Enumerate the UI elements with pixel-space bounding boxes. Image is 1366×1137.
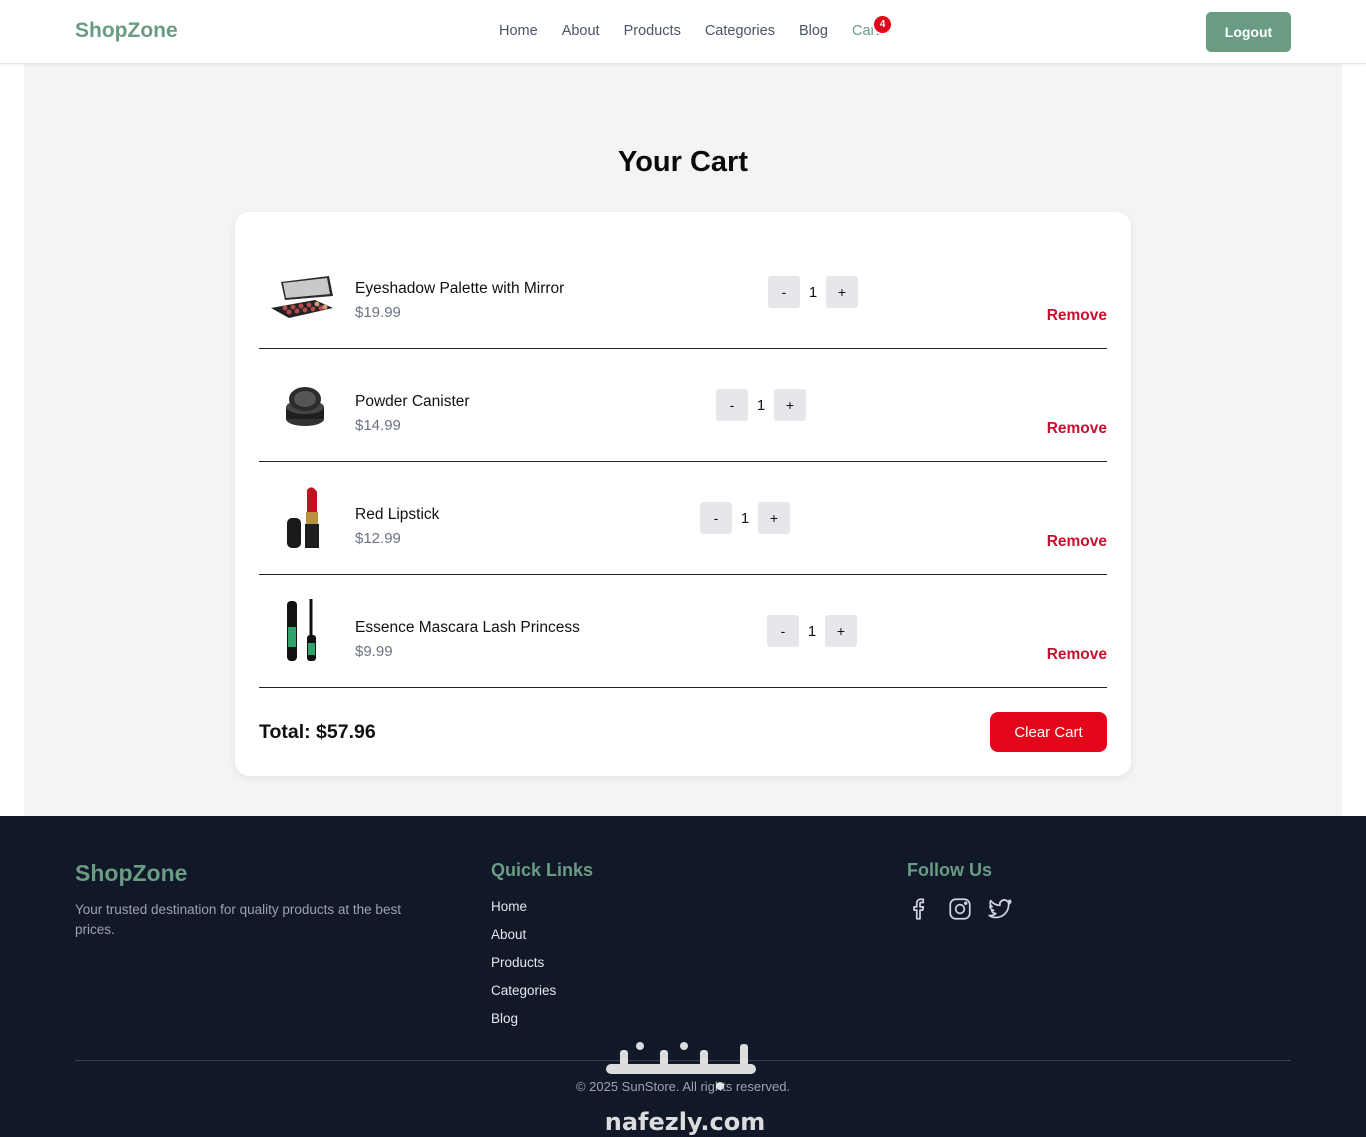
- footer-link-products[interactable]: Products: [491, 954, 556, 982]
- mascara-image: [287, 599, 316, 661]
- eyeshadow-palette-image: [271, 276, 333, 318]
- brand-logo[interactable]: ShopZone: [75, 19, 178, 43]
- increase-qty-button[interactable]: +: [826, 276, 858, 308]
- cart-item: Essence Mascara Lash Princess $9.99 - 1 …: [259, 575, 1107, 688]
- cart-total: Total: $57.96: [259, 721, 376, 743]
- footer-link-categories[interactable]: Categories: [491, 982, 556, 1010]
- footer-tagline: Your trusted destination for quality pro…: [75, 902, 401, 937]
- powder-canister-image: [286, 387, 324, 426]
- nav-blog[interactable]: Blog: [799, 23, 828, 39]
- increase-qty-button[interactable]: +: [825, 615, 857, 647]
- footer-link-home[interactable]: Home: [491, 898, 556, 926]
- cart-item: Red Lipstick $12.99 - 1 + Remove: [259, 462, 1107, 575]
- quantity-value: 1: [756, 396, 766, 414]
- item-name: Essence Mascara Lash Princess: [355, 619, 580, 636]
- decrease-qty-button[interactable]: -: [768, 276, 800, 308]
- cart-item: Eyeshadow Palette with Mirror $19.99 - 1…: [259, 236, 1107, 349]
- nav-cart[interactable]: Cart 4: [852, 14, 893, 39]
- decrease-qty-button[interactable]: -: [716, 389, 748, 421]
- item-name: Powder Canister: [355, 393, 470, 410]
- quantity-stepper: - 1 +: [767, 615, 857, 647]
- page-title: Your Cart: [618, 146, 748, 178]
- item-name: Red Lipstick: [355, 506, 440, 523]
- cart-count-badge: 4: [871, 14, 893, 35]
- social-links: [907, 896, 1013, 922]
- cart-card: Eyeshadow Palette with Mirror $19.99 - 1…: [235, 212, 1131, 776]
- quantity-value: 1: [808, 283, 818, 301]
- instagram-icon[interactable]: [947, 896, 973, 922]
- quantity-value: 1: [807, 622, 817, 640]
- remove-button[interactable]: Remove: [1047, 646, 1107, 664]
- item-price: $14.99: [355, 417, 401, 434]
- remove-button[interactable]: Remove: [1047, 307, 1107, 325]
- item-price: $12.99: [355, 530, 401, 547]
- decrease-qty-button[interactable]: -: [700, 502, 732, 534]
- main-nav: Home About Products Categories Blog Cart…: [499, 14, 893, 39]
- quick-links-heading: Quick Links: [491, 860, 594, 880]
- follow-us-heading: Follow Us: [907, 860, 992, 880]
- quantity-stepper: - 1 +: [700, 502, 790, 534]
- site-header: ShopZone Home About Products Categories …: [0, 0, 1366, 64]
- increase-qty-button[interactable]: +: [758, 502, 790, 534]
- watermark-logo: nafezly.com: [605, 1042, 765, 1136]
- footer-link-blog[interactable]: Blog: [491, 1010, 556, 1038]
- lipstick-image: [287, 487, 319, 548]
- remove-button[interactable]: Remove: [1047, 420, 1107, 438]
- nav-products[interactable]: Products: [624, 23, 681, 39]
- quantity-stepper: - 1 +: [716, 389, 806, 421]
- footer-link-about[interactable]: About: [491, 926, 556, 954]
- facebook-icon[interactable]: [907, 896, 933, 922]
- twitter-icon[interactable]: [987, 896, 1013, 922]
- svg-text:nafezly.com: nafezly.com: [605, 1108, 765, 1136]
- logout-button[interactable]: Logout: [1206, 12, 1291, 52]
- clear-cart-button[interactable]: Clear Cart: [990, 712, 1107, 752]
- item-price: $19.99: [355, 304, 401, 321]
- item-price: $9.99: [355, 643, 393, 660]
- increase-qty-button[interactable]: +: [774, 389, 806, 421]
- cart-item: Powder Canister $14.99 - 1 + Remove: [259, 349, 1107, 462]
- quantity-value: 1: [740, 509, 750, 527]
- decrease-qty-button[interactable]: -: [767, 615, 799, 647]
- quick-links-list: Home About Products Categories Blog: [491, 898, 556, 1038]
- nav-home[interactable]: Home: [499, 23, 538, 39]
- nav-about[interactable]: About: [562, 23, 600, 39]
- footer-brand: ShopZone: [75, 860, 188, 886]
- remove-button[interactable]: Remove: [1047, 533, 1107, 551]
- nav-categories[interactable]: Categories: [705, 23, 775, 39]
- quantity-stepper: - 1 +: [768, 276, 858, 308]
- item-name: Eyeshadow Palette with Mirror: [355, 280, 565, 297]
